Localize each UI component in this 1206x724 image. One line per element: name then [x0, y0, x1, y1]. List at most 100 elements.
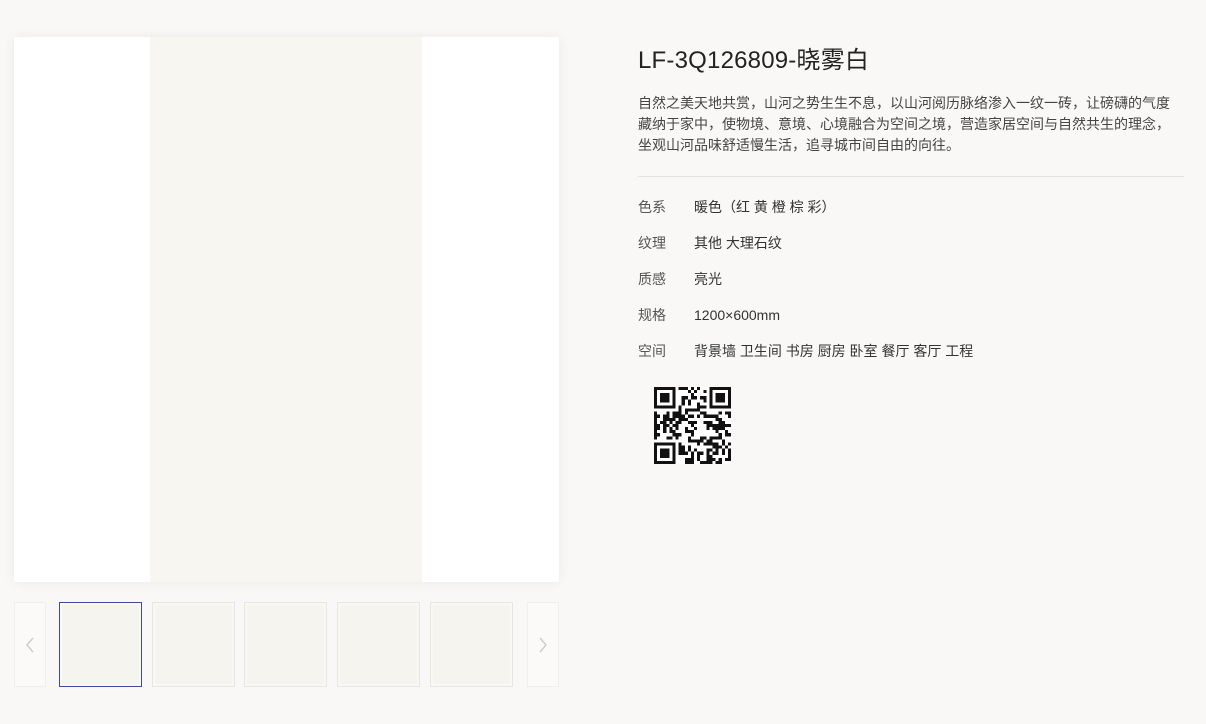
qr-module: [697, 402, 701, 406]
spec-row-space: 空间 背景墙 卫生间 书房 厨房 卧室 餐厅 客厅 工程: [638, 341, 1184, 377]
qr-module: [721, 399, 725, 403]
qr-module: [660, 387, 664, 391]
qr-module: [706, 454, 710, 458]
spec-label: 色系: [638, 199, 666, 215]
qr-module: [660, 454, 664, 458]
qr-module: [675, 427, 679, 431]
qr-module: [681, 399, 685, 403]
qr-module: [666, 448, 670, 452]
qr-module: [694, 439, 698, 443]
product-detail-page: LF-3Q126809-晓雾白 自然之美天地共赏，山河之势生生不息，以山河阅历脉…: [0, 0, 1206, 724]
qr-module: [672, 457, 676, 461]
qr-module: [718, 396, 722, 400]
qr-module: [715, 442, 719, 446]
qr-module: [681, 445, 685, 449]
qr-module: [706, 442, 710, 446]
prev-thumbnail-button[interactable]: [14, 602, 46, 687]
qr-module: [681, 451, 685, 455]
qr-module: [709, 396, 713, 400]
qr-module: [675, 433, 679, 437]
qr-module: [654, 448, 658, 452]
qr-module: [697, 408, 701, 412]
qr-module: [690, 408, 695, 412]
qr-module: [663, 430, 667, 434]
thumbnail-2[interactable]: [152, 602, 235, 687]
qr-module: [669, 430, 673, 434]
qr-module: [727, 390, 731, 394]
qr-module: [727, 457, 731, 461]
qr-module: [666, 454, 670, 458]
thumbnail-gallery: [14, 602, 559, 687]
spec-list: 色系 暖色（红 黄 橙 棕 彩） 纹理 其他 大理石纹 质感 亮光 规格 120…: [638, 197, 1184, 377]
qr-module: [654, 423, 658, 428]
qr-module: [709, 399, 713, 403]
qr-module: [715, 405, 719, 409]
thumbnail-3[interactable]: [244, 602, 327, 687]
qr-module: [700, 439, 704, 443]
qr-module: [657, 414, 661, 418]
qr-module: [703, 396, 707, 400]
qr-module: [718, 420, 722, 424]
qr-module: [703, 399, 707, 403]
qr-module: [654, 387, 658, 391]
qr-module: [709, 454, 713, 458]
qr-module: [654, 420, 658, 424]
qr-module: [709, 405, 713, 409]
qr-module: [727, 451, 731, 455]
qr-module: [700, 405, 704, 409]
chevron-left-icon: [25, 637, 35, 653]
qr-module: [672, 399, 676, 403]
qr-module: [678, 451, 682, 455]
qr-module: [718, 460, 722, 464]
qr-module: [663, 405, 667, 409]
qr-module: [703, 414, 707, 418]
qr-module: [672, 414, 676, 418]
qr-module: [694, 420, 698, 424]
qr-module: [669, 417, 673, 421]
spec-value: 其他 大理石纹: [694, 235, 782, 251]
qr-module: [678, 442, 682, 446]
qr-module: [709, 439, 713, 443]
qr-module: [687, 420, 691, 424]
qr-module: [672, 451, 676, 455]
qr-module: [666, 387, 670, 391]
thumbnail-5[interactable]: [430, 602, 513, 687]
qr-module: [727, 414, 731, 418]
qr-module: [697, 439, 701, 443]
qr-module: [727, 411, 731, 415]
qr-module: [703, 405, 707, 409]
qr-module: [709, 460, 713, 464]
qr-module: [657, 442, 661, 446]
spec-label: 规格: [638, 307, 666, 323]
qr-module: [675, 423, 679, 428]
next-thumbnail-button[interactable]: [527, 602, 559, 687]
qr-module: [700, 396, 704, 400]
thumbnail-image: [62, 605, 139, 684]
qr-module: [715, 399, 719, 403]
qr-module: [690, 393, 695, 397]
qr-module: [694, 448, 698, 452]
qr-module: [690, 387, 695, 391]
qr-module: [721, 448, 725, 452]
qr-module: [700, 460, 704, 464]
qr-module: [684, 411, 688, 415]
qr-module: [715, 436, 719, 440]
qr-module: [690, 454, 695, 458]
thumbnail-1[interactable]: [59, 602, 142, 687]
qr-module: [669, 387, 673, 391]
qr-module: [709, 448, 713, 452]
qr-module: [721, 442, 725, 446]
qr-module: [690, 457, 695, 461]
qr-module: [690, 439, 695, 443]
qr-module: [724, 430, 728, 434]
qr-module: [724, 423, 728, 428]
qr-module: [703, 442, 707, 446]
qr-module: [706, 420, 710, 424]
spec-row-color: 色系 暖色（红 黄 橙 棕 彩）: [638, 197, 1184, 233]
thumbnail-4[interactable]: [337, 602, 420, 687]
qr-module: [709, 423, 713, 428]
qr-module: [706, 439, 710, 443]
tile-preview: [150, 37, 422, 582]
qr-module: [663, 417, 667, 421]
qr-module: [675, 411, 679, 415]
